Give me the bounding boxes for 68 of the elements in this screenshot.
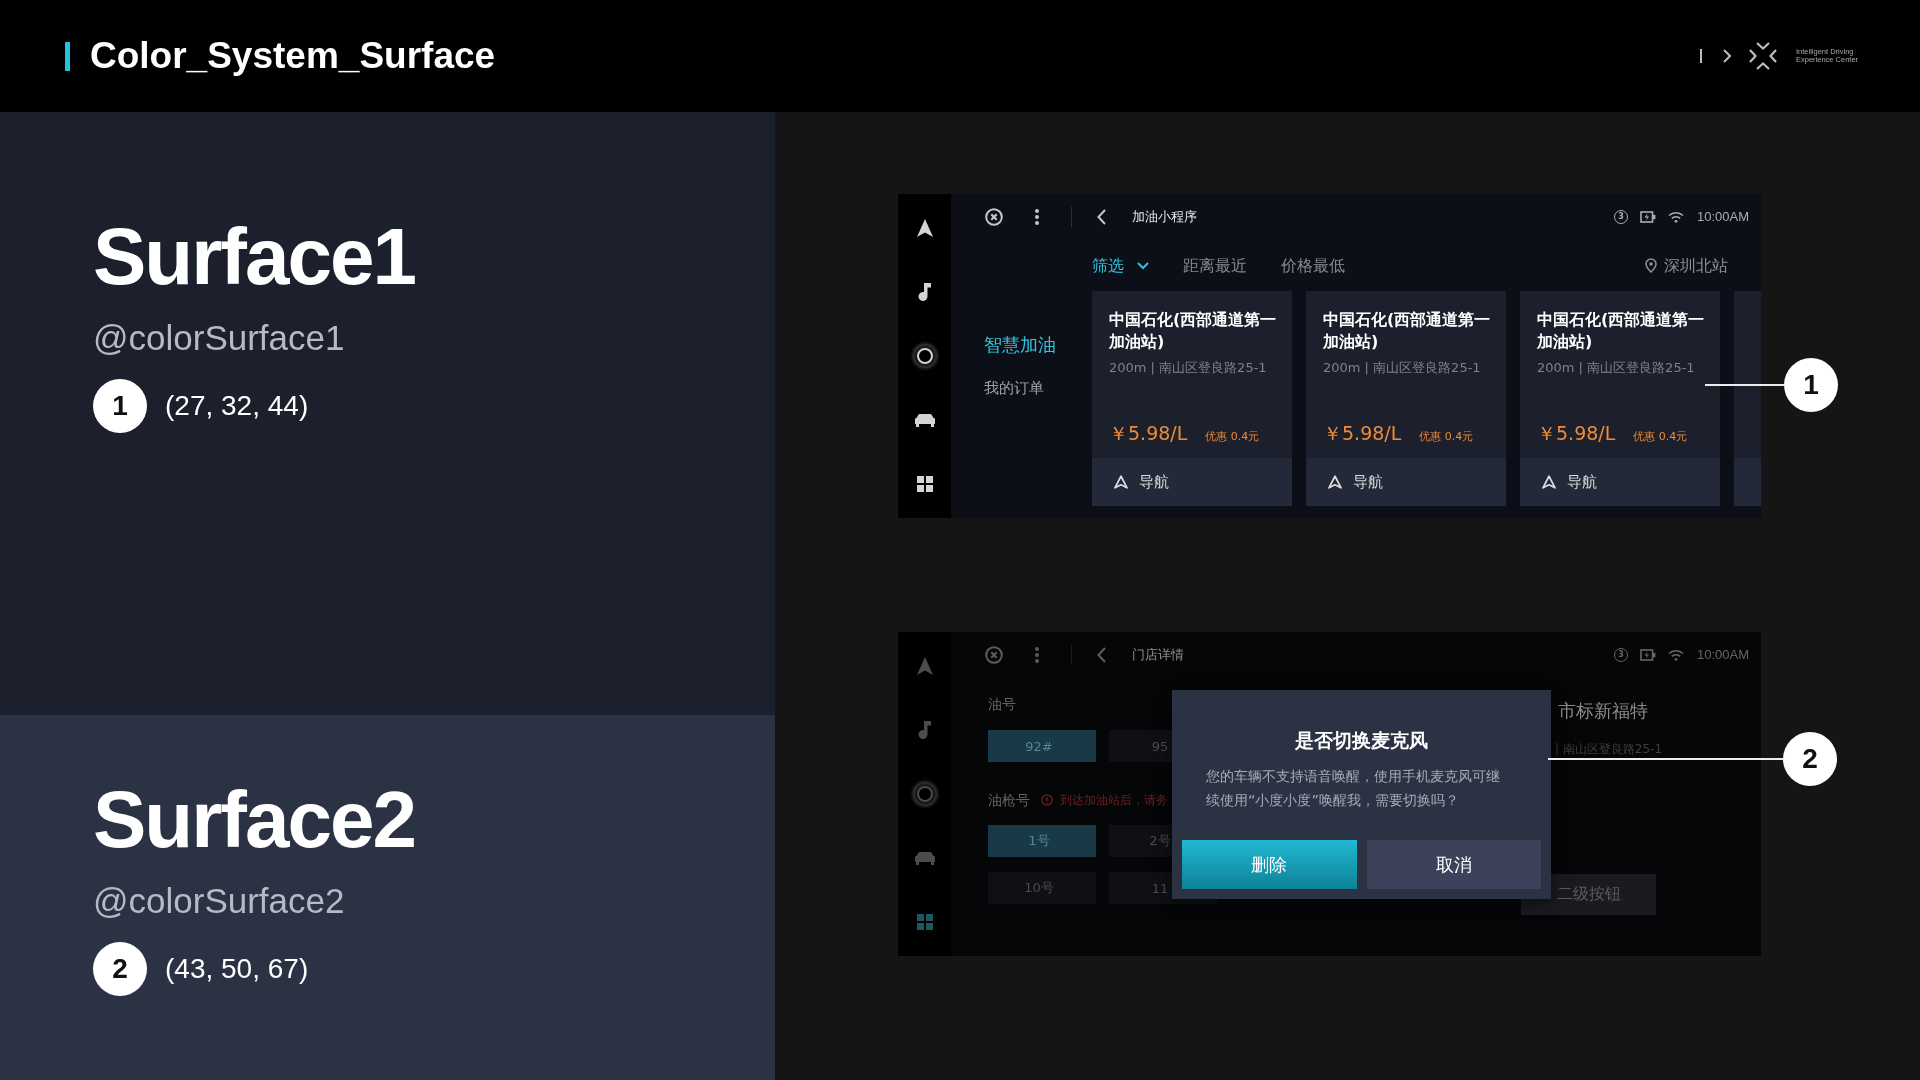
wifi-icon <box>1667 649 1684 661</box>
navigation-arrow-icon[interactable] <box>916 219 933 237</box>
car-icon[interactable] <box>913 413 936 427</box>
station-name: 中国石化(西部通道第一加油站) <box>1109 309 1278 353</box>
field-label: 油号 <box>988 695 1016 714</box>
callout-marker: 2 <box>1783 732 1837 786</box>
accent-bar <box>65 41 70 71</box>
number-marker: 1 <box>93 379 147 433</box>
primary-button[interactable]: 删除 <box>1182 840 1357 889</box>
chevron-down-icon <box>1137 261 1149 270</box>
navigate-button[interactable]: 导航 <box>1520 458 1720 506</box>
alert-icon <box>1041 794 1053 806</box>
menu-item[interactable]: 我的订单 <box>984 378 1044 398</box>
chevron-right-icon <box>1723 49 1731 63</box>
screen-title: 加油小程序 <box>1132 208 1197 226</box>
navigate-button[interactable]: 导航 <box>1306 458 1506 506</box>
close-icon[interactable] <box>985 208 1003 226</box>
number-marker: 2 <box>93 942 147 996</box>
station-card[interactable]: 中国石化(西部通道第一加油站) 200m | 南山区登良路25-1 ￥5.98/L 优惠 0.4元 导航 <box>1092 291 1292 506</box>
navigation-arrow-icon <box>1328 475 1342 489</box>
menu-item[interactable]: 智慧加油 <box>984 333 1056 357</box>
color-token: @colorSurface2 <box>93 880 345 922</box>
logo-icon <box>1747 40 1779 72</box>
rgb-value: (27, 32, 44) <box>165 389 309 423</box>
notice-text: 到达加油站后，请务 <box>1060 792 1168 808</box>
rgb-value: (43, 50, 67) <box>165 952 309 986</box>
screen-title: 门店详情 <box>1132 646 1184 664</box>
surface-name: Surface2 <box>93 775 415 865</box>
station-address: 200m | 南山区登良路25-1 <box>1537 359 1695 377</box>
page-title: Color_System_Surface <box>90 34 496 78</box>
surface-name: Surface1 <box>93 212 415 302</box>
wifi-icon <box>1667 211 1684 223</box>
station-name: 市标新福特 <box>1558 699 1648 723</box>
battery-icon <box>1639 649 1656 661</box>
station-name: 中国石化(西部通道第一加油站) <box>1537 309 1706 353</box>
secondary-button[interactable]: 取消 <box>1366 840 1541 889</box>
price-label: ￥5.98/L <box>1537 421 1616 445</box>
discount-label: 优惠 0.4元 <box>1419 429 1474 444</box>
filter-tab[interactable]: 距离最近 <box>1183 254 1247 277</box>
location-pin-icon <box>1645 258 1657 273</box>
price-label: ￥5.98/L <box>1109 421 1188 445</box>
navigation-arrow-icon <box>1542 475 1556 489</box>
filter-tab[interactable]: 筛选 <box>1092 254 1149 277</box>
station-card[interactable]: 中国石化(西部通道第一加油站) 200m | 南山区登良路25-1 ￥5.98/L 优惠 0.4元 导航 <box>1306 291 1506 506</box>
music-note-icon[interactable] <box>917 283 932 301</box>
ring-icon[interactable] <box>908 340 941 372</box>
color-token: @colorSurface1 <box>93 317 345 359</box>
clock-time: 10:00AM <box>1696 209 1749 225</box>
dialog-message: 您的车辆不支持语音唤醒，使用手机麦克风可继续使用“小度小度”唤醒我，需要切换吗？ <box>1206 767 1501 810</box>
navigation-arrow-icon <box>1114 475 1128 489</box>
discount-label: 优惠 0.4元 <box>1205 429 1260 444</box>
filter-tab[interactable]: 价格最低 <box>1281 254 1345 277</box>
field-label: 油枪号 <box>988 791 1030 810</box>
navigate-button[interactable]: 导航 <box>1092 458 1292 506</box>
clock-time: 10:00AM <box>1696 647 1749 663</box>
station-address: 200m | 南山区登良路25-1 <box>1109 359 1267 377</box>
station-name: 中国石化(西部通道第一加油站) <box>1323 309 1492 353</box>
station-card[interactable]: 中国石化(西部通道第一加油站) 200m | 南山区登良路25-1 ￥5.98/L 优惠 0.4元 导航 <box>1520 291 1720 506</box>
discount-label: 优惠 0.4元 <box>1633 429 1688 444</box>
station-address: 200m | 南山区登良路25-1 <box>1323 359 1481 377</box>
location-button[interactable]: 深圳北站 <box>1645 254 1728 277</box>
chevron-left-icon[interactable] <box>1097 209 1106 225</box>
price-label: ￥5.98/L <box>1323 421 1402 445</box>
more-icon[interactable] <box>1035 209 1039 225</box>
dialog-title: 是否切换麦克风 <box>1294 728 1429 753</box>
grid-icon[interactable] <box>916 476 933 492</box>
battery-icon <box>1639 211 1656 223</box>
callout-marker: 1 <box>1784 358 1838 412</box>
